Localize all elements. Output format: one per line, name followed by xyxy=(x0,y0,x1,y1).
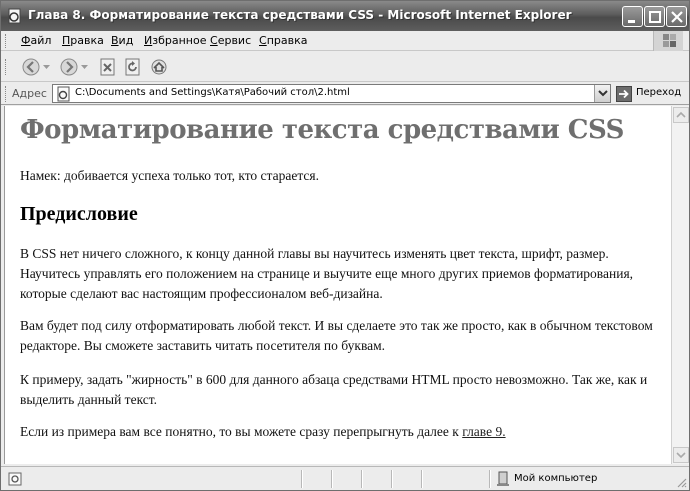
menu-file[interactable]: Файл xyxy=(21,34,51,47)
html-page-icon xyxy=(57,86,70,102)
back-icon xyxy=(22,58,40,76)
minimize-icon xyxy=(628,20,635,23)
address-value: C:\Documents and Settings\Катя\Рабочий с… xyxy=(75,87,350,98)
status-divider xyxy=(421,470,422,488)
paragraph-3: К примеру, задать "жирность" в 600 для д… xyxy=(20,372,648,407)
section-heading: Предисловие xyxy=(20,203,138,225)
ie-page-icon xyxy=(8,8,21,24)
page-title: Форматирование текста средствами CSS xyxy=(20,115,624,145)
menu-help[interactable]: Справка xyxy=(259,34,307,47)
status-divider xyxy=(301,470,302,488)
toolbar-grip[interactable] xyxy=(5,59,8,75)
browser-window: Глава 8. Форматирование текста средствам… xyxy=(0,0,690,491)
security-zone-label: Мой компьютер xyxy=(514,473,598,484)
chevron-down-icon xyxy=(598,90,608,97)
status-divider xyxy=(391,470,392,488)
refresh-icon xyxy=(125,58,140,76)
forward-icon xyxy=(60,58,78,76)
scroll-down-button[interactable] xyxy=(673,447,689,463)
menu-bar: Файл Правка Вид Избранное Сервис Справка xyxy=(1,31,689,51)
forward-dropdown-icon[interactable] xyxy=(81,64,88,70)
paragraph-4-text: Если из примера вам все понятно, то вы м… xyxy=(20,424,463,439)
address-input[interactable]: C:\Documents and Settings\Катя\Рабочий с… xyxy=(52,84,611,103)
back-dropdown-icon[interactable] xyxy=(43,64,50,70)
status-divider xyxy=(361,470,362,488)
title-bar[interactable]: Глава 8. Форматирование текста средствам… xyxy=(1,1,689,31)
status-divider xyxy=(489,470,490,488)
arrow-down-icon xyxy=(676,452,686,459)
minimize-button[interactable] xyxy=(622,6,643,27)
status-bar: Мой компьютер xyxy=(1,466,689,490)
menu-edit[interactable]: Правка xyxy=(62,34,104,47)
status-divider xyxy=(331,470,332,488)
page-viewport[interactable]: Форматирование текста средствами CSS Нам… xyxy=(4,106,671,464)
scroll-up-button[interactable] xyxy=(673,107,689,123)
home-button[interactable] xyxy=(149,57,169,77)
address-dropdown-button[interactable] xyxy=(594,85,610,102)
menu-view[interactable]: Вид xyxy=(111,34,133,47)
forward-button[interactable] xyxy=(59,57,79,77)
back-button[interactable] xyxy=(21,57,41,77)
address-bar: Адрес C:\Documents and Settings\Катя\Раб… xyxy=(1,83,689,105)
maximize-button[interactable] xyxy=(644,6,665,27)
stop-icon xyxy=(100,58,115,76)
refresh-button[interactable] xyxy=(123,57,143,77)
my-computer-icon xyxy=(497,471,509,486)
go-arrow-icon xyxy=(616,86,632,102)
stop-button[interactable] xyxy=(98,57,118,77)
menu-tools[interactable]: Сервис xyxy=(210,34,251,47)
close-button[interactable] xyxy=(666,6,687,27)
address-grip[interactable] xyxy=(5,86,8,102)
standard-toolbar xyxy=(1,52,689,82)
address-label: Адрес xyxy=(12,87,47,100)
go-label: Переход xyxy=(636,87,682,98)
resize-grip-icon[interactable] xyxy=(675,476,687,488)
windows-logo xyxy=(653,31,683,51)
windows-flag-icon xyxy=(663,34,676,47)
page-status-icon xyxy=(8,472,22,486)
paragraph-1: В CSS нет ничего сложного, к концу данно… xyxy=(20,246,634,301)
chapter-9-link[interactable]: главе 9. xyxy=(462,424,505,439)
hint-paragraph: Намек: добивается успеха только тот, кто… xyxy=(20,168,319,183)
arrow-up-icon xyxy=(676,111,686,118)
maximize-icon xyxy=(649,11,661,23)
vertical-scrollbar[interactable] xyxy=(671,106,689,464)
home-icon xyxy=(151,59,167,75)
window-title: Глава 8. Форматирование текста средствам… xyxy=(28,8,572,22)
close-icon xyxy=(671,11,683,23)
menu-favorites[interactable]: Избранное xyxy=(144,34,206,47)
go-button[interactable]: Переход xyxy=(616,85,688,103)
menu-grip[interactable] xyxy=(5,34,8,48)
paragraph-2: Вам будет под силу отформатировать любой… xyxy=(20,318,653,353)
paragraph-4: Если из примера вам все понятно, то вы м… xyxy=(20,422,665,442)
